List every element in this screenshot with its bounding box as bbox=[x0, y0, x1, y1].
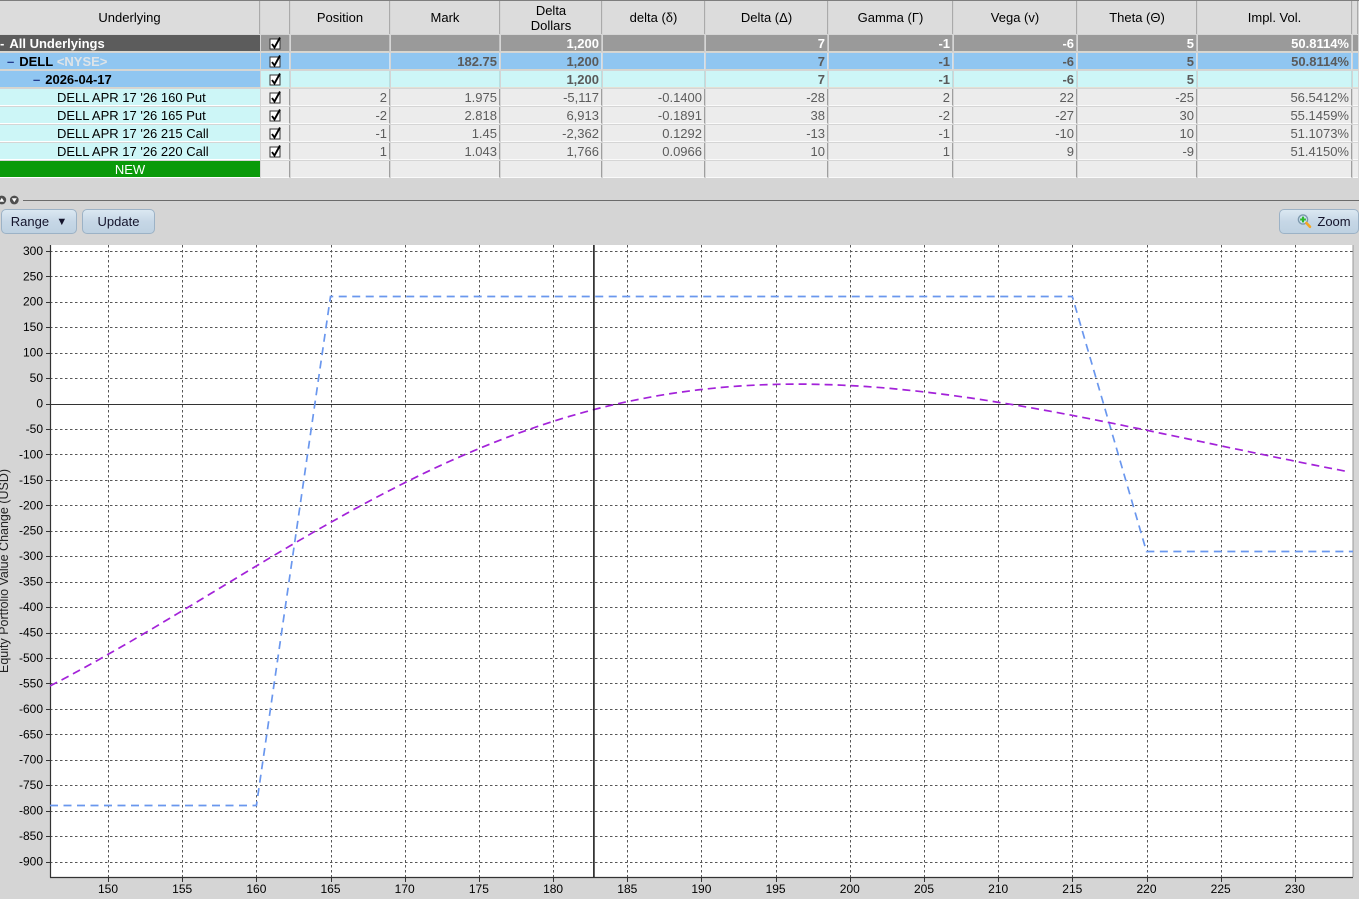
svg-text:200: 200 bbox=[23, 295, 43, 309]
svg-text:-150: -150 bbox=[19, 473, 43, 487]
svg-text:-450: -450 bbox=[19, 626, 43, 640]
svg-text:225: 225 bbox=[1211, 882, 1231, 896]
svg-text:-250: -250 bbox=[19, 524, 43, 538]
svg-text:210: 210 bbox=[988, 882, 1008, 896]
svg-text:175: 175 bbox=[469, 882, 489, 896]
svg-text:-600: -600 bbox=[19, 702, 43, 716]
svg-text:180: 180 bbox=[543, 882, 563, 896]
svg-text:-400: -400 bbox=[19, 600, 43, 614]
svg-text:-100: -100 bbox=[19, 447, 43, 461]
svg-text:-750: -750 bbox=[19, 778, 43, 792]
svg-text:-650: -650 bbox=[19, 727, 43, 741]
svg-text:185: 185 bbox=[617, 882, 637, 896]
svg-text:165: 165 bbox=[320, 882, 340, 896]
svg-text:-50: -50 bbox=[26, 422, 44, 436]
svg-text:170: 170 bbox=[395, 882, 415, 896]
svg-text:205: 205 bbox=[914, 882, 934, 896]
svg-text:155: 155 bbox=[172, 882, 192, 896]
svg-text:-500: -500 bbox=[19, 651, 43, 665]
svg-text:-800: -800 bbox=[19, 804, 43, 818]
svg-text:-300: -300 bbox=[19, 549, 43, 563]
svg-text:250: 250 bbox=[23, 269, 43, 283]
svg-text:215: 215 bbox=[1062, 882, 1082, 896]
svg-text:-700: -700 bbox=[19, 753, 43, 767]
svg-text:-550: -550 bbox=[19, 676, 43, 690]
svg-text:-850: -850 bbox=[19, 829, 43, 843]
svg-text:300: 300 bbox=[23, 244, 43, 258]
svg-text:190: 190 bbox=[691, 882, 711, 896]
svg-text:195: 195 bbox=[766, 882, 786, 896]
svg-text:-900: -900 bbox=[19, 855, 43, 869]
svg-text:230: 230 bbox=[1285, 882, 1305, 896]
svg-text:220: 220 bbox=[1136, 882, 1156, 896]
svg-text:200: 200 bbox=[840, 882, 860, 896]
svg-text:-350: -350 bbox=[19, 575, 43, 589]
svg-text:150: 150 bbox=[23, 320, 43, 334]
svg-text:50: 50 bbox=[30, 371, 44, 385]
svg-text:0: 0 bbox=[36, 397, 43, 411]
svg-text:100: 100 bbox=[23, 346, 43, 360]
svg-text:Equity Portfolio Value Change: Equity Portfolio Value Change (USD) bbox=[0, 469, 11, 673]
svg-text:160: 160 bbox=[246, 882, 266, 896]
svg-text:-200: -200 bbox=[19, 498, 43, 512]
svg-text:150: 150 bbox=[98, 882, 118, 896]
